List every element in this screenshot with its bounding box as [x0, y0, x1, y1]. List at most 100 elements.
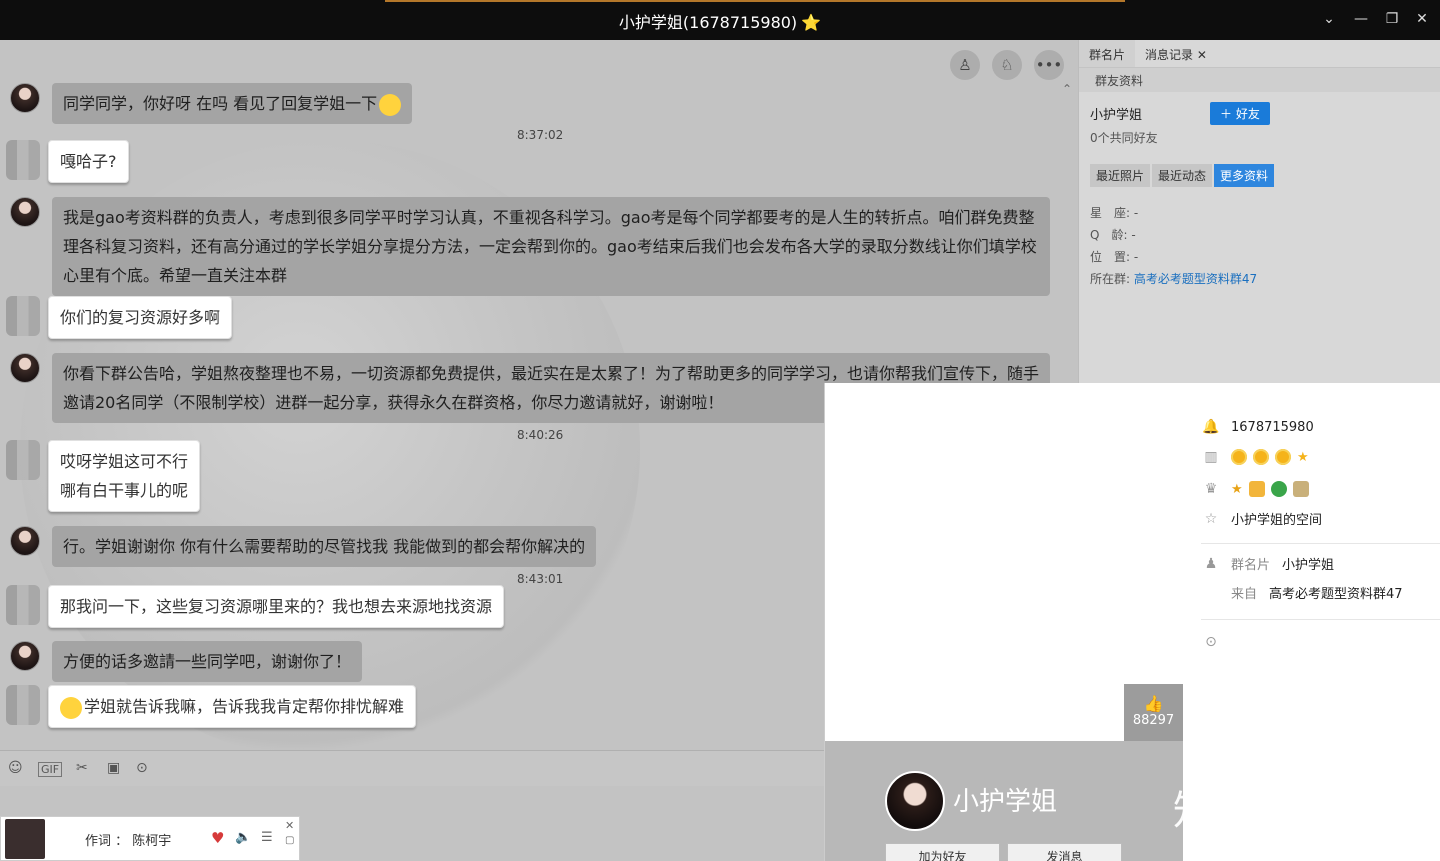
chat-top-icons: ♙ ♘ ••• — [950, 50, 1064, 80]
thumb-up-icon: 👍 — [1143, 694, 1164, 713]
avatar[interactable] — [10, 197, 40, 227]
message-bubble: 同学同学，你好呀 在吗 看见了回复学姐一下 — [52, 83, 413, 124]
message-timestamp: 8:40:26 — [517, 428, 564, 442]
like-count: 88297 — [1132, 713, 1175, 728]
gif-icon[interactable]: GIF — [38, 762, 63, 777]
profile-subtabs: 最近照片 最近动态 更多资料 — [1090, 164, 1275, 187]
thinking-emoji-icon — [60, 696, 82, 719]
badges-row: ♛ ★ — [1201, 481, 1315, 497]
scroll-badge-icon[interactable] — [1292, 481, 1309, 497]
qzone-row[interactable]: ☆ 小护学姐的空间 — [1201, 509, 1322, 529]
group-link[interactable]: 高考必考题型资料群47 — [1134, 272, 1257, 286]
tab-more-info[interactable]: 更多资料 — [1214, 164, 1275, 187]
vip-badge-icon[interactable] — [1248, 481, 1265, 497]
field-label: 位 置: — [1090, 250, 1131, 264]
field-label: 星 座: — [1090, 206, 1131, 220]
message-timestamp: 8:43:01 — [517, 572, 564, 586]
chat-message: 那我问一下，这些复习资源哪里来的？我也想去来源地找资源 — [6, 585, 505, 628]
crown-icon: ♛ — [1204, 481, 1218, 497]
message-text: 学姐就告诉我嘛，告诉我我肯定帮你排忧解难 — [84, 697, 405, 716]
add-friend-button[interactable]: ＋ 好友 — [1210, 102, 1270, 125]
volume-icon[interactable]: 🔈 — [235, 830, 251, 845]
chat-message: 行。学姐谢谢你 你有什么需要帮助的尽管找我 我能做到的都会帮你解决的 — [10, 526, 597, 567]
star-icon: ⭐ — [801, 13, 822, 32]
green-badge-icon[interactable] — [1270, 481, 1287, 497]
avatar[interactable] — [6, 440, 40, 480]
watermark: 知乎 @西游 — [1173, 788, 1398, 834]
lyric-text: 作词 ： 陈柯宇 — [85, 834, 172, 849]
more-circle-icon[interactable]: ⊙ — [1201, 634, 1221, 650]
avatar[interactable] — [10, 353, 40, 383]
more-icon[interactable]: ⊙ — [136, 760, 148, 776]
chat-message: 学姐就告诉我嘛，告诉我我肯定帮你排忧解难 — [6, 685, 417, 728]
tab-recent-photos[interactable]: 最近照片 — [1090, 164, 1151, 187]
avatar[interactable] — [6, 140, 40, 180]
more-options-icon[interactable]: ••• — [1034, 50, 1064, 80]
scissors-icon[interactable]: ✂ — [76, 760, 88, 776]
playlist-icon[interactable]: ☰ — [261, 830, 273, 845]
level-chart-icon: ▥ — [1204, 449, 1218, 465]
scroll-up-icon[interactable]: ⌃ — [1062, 82, 1072, 96]
image-icon[interactable]: ▣ — [107, 760, 120, 776]
divider — [1201, 619, 1440, 620]
message-bubble: 行。学姐谢谢你 你有什么需要帮助的尽管找我 我能做到的都会帮你解决的 — [52, 526, 597, 567]
message-text-line: 哎呀学姐这可不行 — [60, 452, 189, 471]
music-mini-player: 作词 ： 陈柯宇 ♥ 🔈 ☰ ✕ ▢ — [0, 816, 300, 861]
group-members-icon[interactable]: ♘ — [992, 50, 1022, 80]
member-info-panel: 群名片 消息记录 ✕ 群友资料 小护学姐 ＋ 好友 0个共同好友 最近照片 最近… — [1078, 40, 1440, 383]
title-bar: 小护学姐(1678715980) ⭐ ⌄ — ❐ ✕ — [0, 0, 1440, 40]
message-bubble: 哎呀学姐这可不行 哪有白干事儿的呢 — [48, 440, 201, 512]
message-bubble: 学姐就告诉我嘛，告诉我我肯定帮你排忧解难 — [48, 685, 417, 728]
person-icon: ♟ — [1204, 555, 1218, 572]
group-card-label: 群名片 — [1231, 558, 1271, 573]
chat-message: 同学同学，你好呀 在吗 看见了回复学姐一下 — [10, 83, 413, 124]
album-cover[interactable] — [5, 819, 45, 859]
profile-name: 小护学姐 — [953, 787, 1058, 817]
chat-message: 我是gao考资料群的负责人，考虑到很多同学平时学习认真，不重视各科学习。gao考… — [10, 197, 1050, 296]
qzone-link[interactable]: 小护学姐的空间 — [1231, 509, 1322, 528]
avatar[interactable] — [10, 526, 40, 556]
avatar[interactable] — [10, 641, 40, 671]
field-q-age: Q 龄: - — [1090, 226, 1136, 243]
minimize-button[interactable]: — — [1352, 10, 1370, 28]
bell-icon: 🔔 — [1202, 419, 1220, 435]
qq-number-row: 🔔 1678715980 — [1201, 419, 1313, 435]
avatar[interactable] — [10, 83, 40, 113]
more-row[interactable]: ⊙ — [1201, 634, 1231, 650]
star-badge-icon[interactable]: ★ — [1231, 482, 1243, 497]
close-icon[interactable]: ✕ — [285, 819, 294, 832]
tab-group-card[interactable]: 群名片 — [1079, 40, 1136, 67]
panel-subheader: 群友资料 — [1079, 68, 1440, 92]
window-title-text: 小护学姐(1678715980) — [618, 13, 798, 32]
field-label: 所在群: — [1090, 272, 1131, 286]
tab-message-history[interactable]: 消息记录 ✕ — [1135, 40, 1217, 67]
chat-message: 方便的话多邀請一些同学吧，谢谢你了！ — [10, 641, 363, 682]
star-outline-icon: ☆ — [1204, 510, 1218, 527]
message-text: 同学同学，你好呀 在吗 看见了回复学姐一下 — [63, 94, 378, 113]
emoji-icon[interactable]: ☺ — [8, 760, 23, 776]
from-value: 高考必考题型资料群47 — [1269, 587, 1403, 602]
message-timestamp: 8:37:02 — [517, 128, 564, 142]
heart-icon[interactable]: ♥ — [211, 829, 224, 847]
like-button[interactable]: 👍 88297 — [1124, 684, 1183, 741]
chat-message: 嘎哈子? — [6, 140, 129, 183]
tab-recent-activity[interactable]: 最近动态 — [1152, 164, 1213, 187]
add-friend-popup-button[interactable]: 加为好友 — [885, 843, 1000, 861]
add-member-icon[interactable]: ♙ — [950, 50, 980, 80]
close-icon[interactable]: ✕ — [1197, 48, 1207, 62]
avatar[interactable] — [6, 685, 40, 725]
member-name: 小护学姐 — [1090, 108, 1143, 123]
minimize-icon[interactable]: ▢ — [285, 835, 294, 846]
tab-label: 消息记录 — [1145, 48, 1194, 62]
avatar[interactable] — [6, 296, 40, 336]
divider — [1201, 543, 1440, 544]
field-constellation: 星 座: - — [1090, 204, 1138, 221]
group-card-value: 小护学姐 — [1282, 558, 1335, 573]
profile-avatar[interactable] — [885, 771, 945, 831]
field-value: - — [1131, 228, 1136, 242]
chevron-down-icon[interactable]: ⌄ — [1320, 10, 1338, 28]
restore-button[interactable]: ❐ — [1383, 10, 1401, 28]
close-button[interactable]: ✕ — [1413, 10, 1431, 28]
send-message-button[interactable]: 发消息 — [1007, 843, 1122, 861]
avatar[interactable] — [6, 585, 40, 625]
